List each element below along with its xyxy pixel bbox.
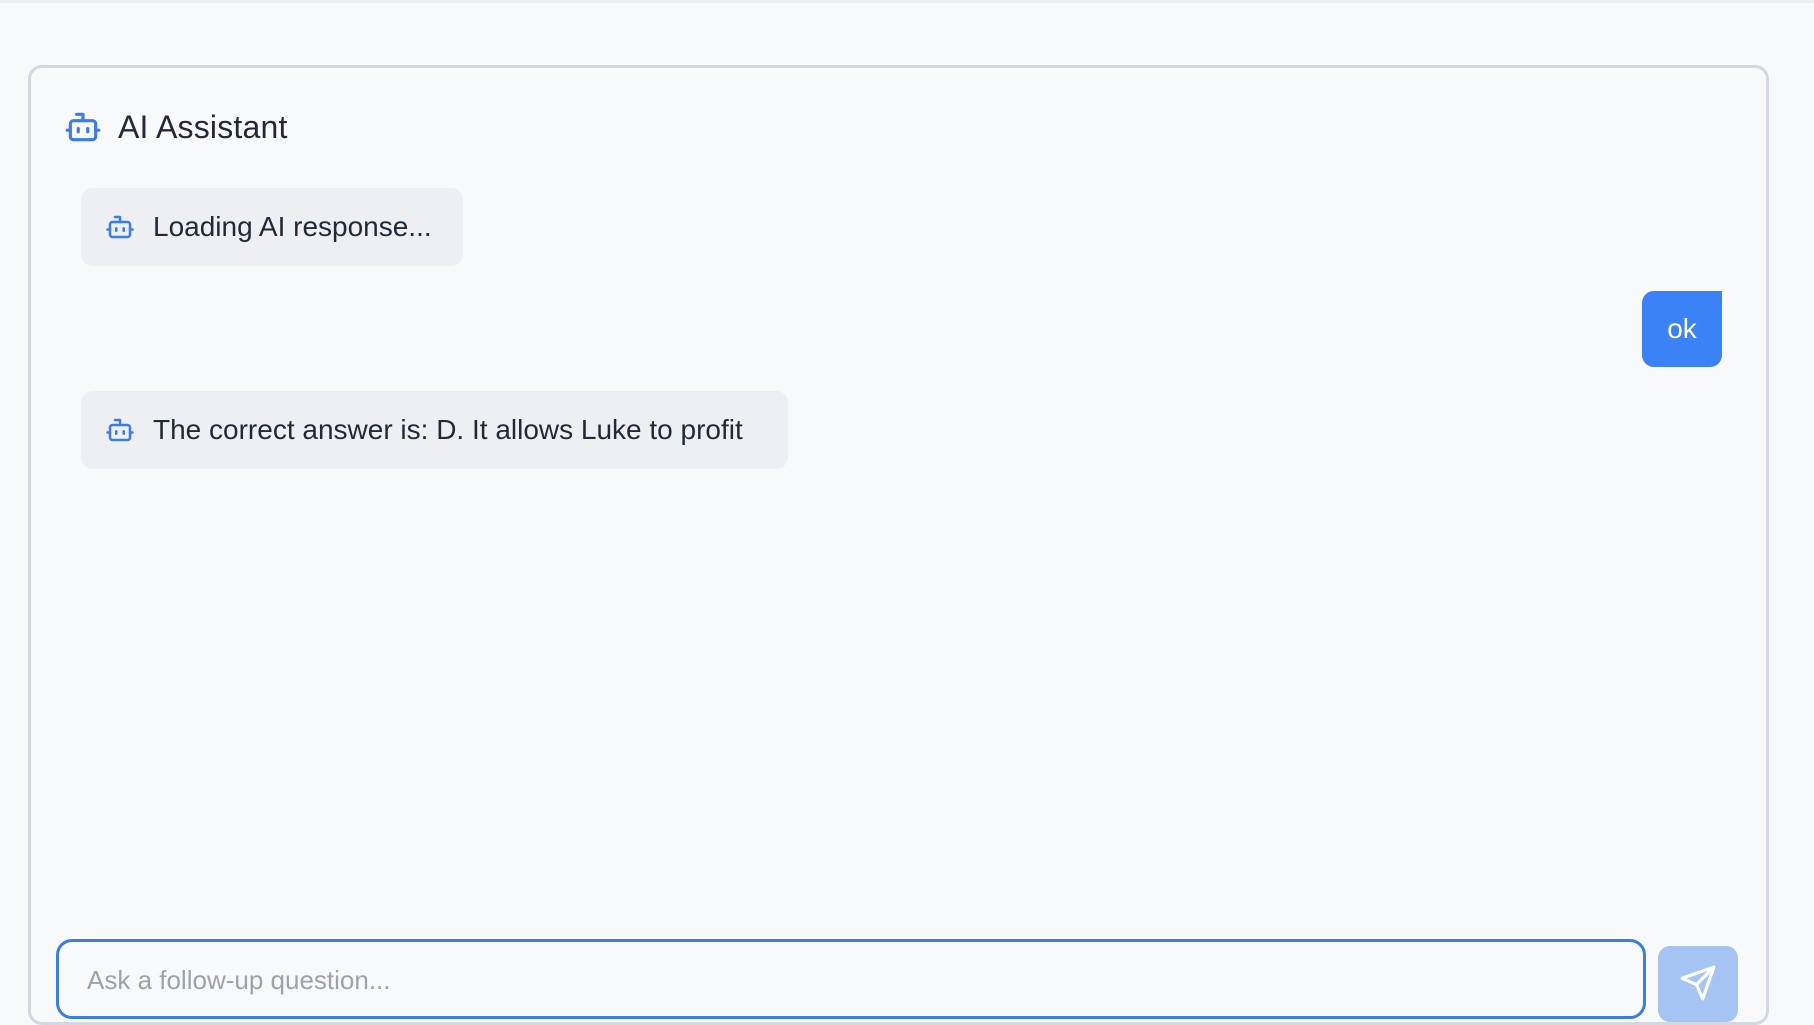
assistant-message: The correct answer is: D. It allows Luke… bbox=[81, 391, 788, 469]
chat-title: AI Assistant bbox=[118, 108, 288, 145]
message-text: The correct answer is: D. It allows Luke… bbox=[153, 414, 743, 445]
assistant-message: Loading AI response... bbox=[81, 188, 463, 266]
bot-icon bbox=[64, 108, 102, 146]
follow-up-input[interactable] bbox=[87, 960, 1607, 1000]
message-text: Loading AI response... bbox=[153, 211, 432, 242]
user-message: ok bbox=[1642, 291, 1722, 367]
top-divider bbox=[0, 0, 1814, 3]
send-button[interactable] bbox=[1658, 946, 1738, 1022]
chat-panel: AI Assistant Loading AI response... ok T… bbox=[28, 65, 1769, 1025]
composer[interactable] bbox=[56, 939, 1646, 1019]
bot-icon bbox=[105, 212, 135, 242]
chat-header: AI Assistant bbox=[64, 108, 288, 146]
message-text: ok bbox=[1667, 313, 1697, 344]
send-icon bbox=[1679, 964, 1717, 1002]
bot-icon bbox=[105, 415, 135, 445]
